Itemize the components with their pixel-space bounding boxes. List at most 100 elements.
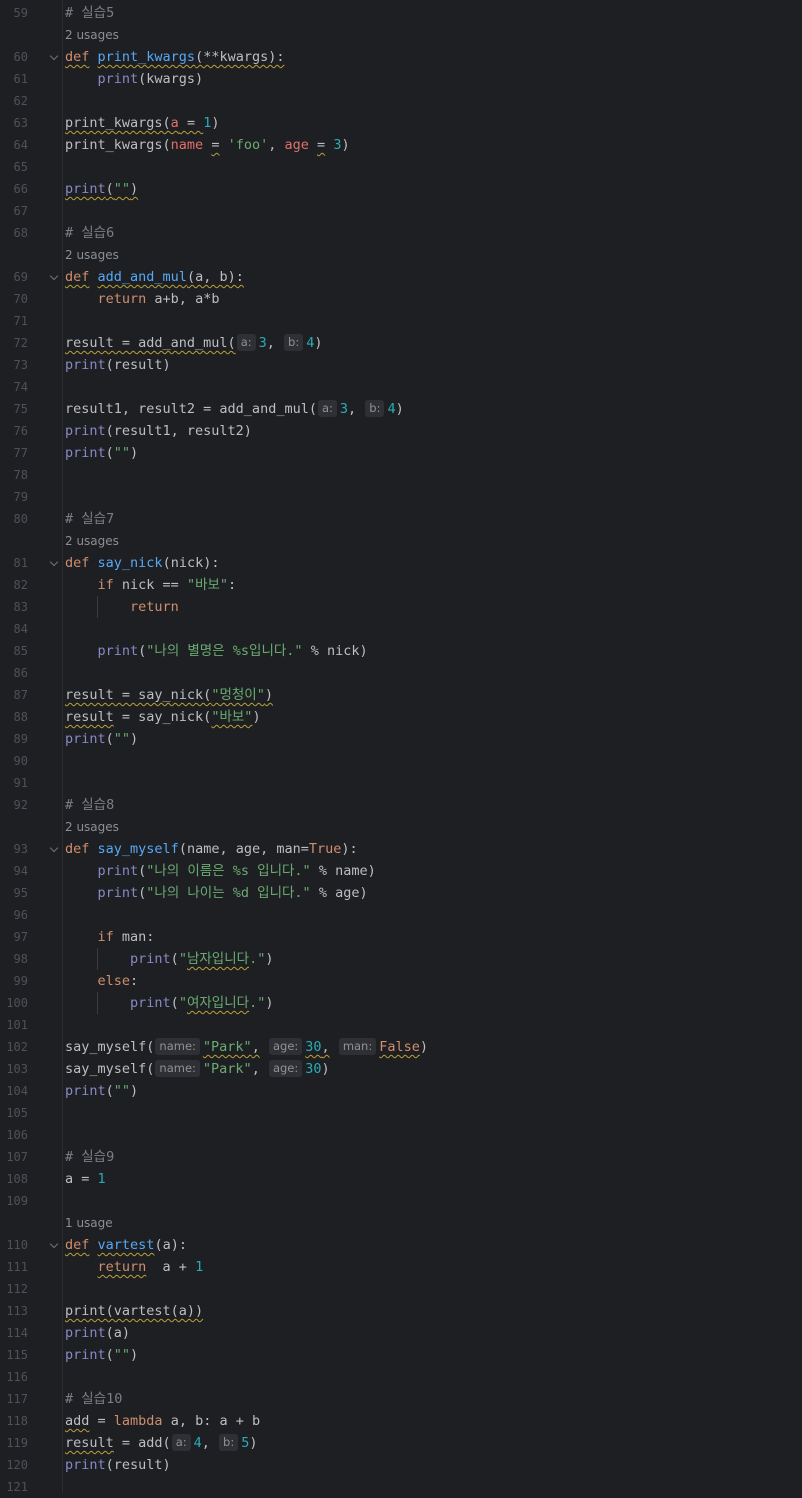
code-line[interactable]: 79	[0, 486, 802, 508]
usages-hint[interactable]: 2 usages	[0, 816, 802, 838]
code-line[interactable]: 68 # 실습6	[0, 222, 802, 244]
code-line[interactable]: 85 print("나의 별명은 %s입니다." % nick)	[0, 640, 802, 662]
usages-hint[interactable]: 1 usage	[0, 1212, 802, 1234]
code-text[interactable]: # 실습6	[65, 222, 114, 244]
code-text[interactable]: result = add(a: 4, b: 5)	[65, 1432, 257, 1454]
code-text[interactable]: add = lambda a, b: a + b	[65, 1410, 260, 1432]
code-text[interactable]: if man:	[65, 926, 155, 948]
code-line[interactable]: 59 # 실습5	[0, 2, 802, 24]
code-text[interactable]: print("")	[65, 728, 138, 750]
code-text[interactable]: say_myself(name: "Park", age: 30, man: Fals…	[65, 1036, 428, 1058]
code-text[interactable]: def vartest(a):	[65, 1234, 187, 1256]
code-line[interactable]: 102 say_myself(name: "Park", age: 30, man: F…	[0, 1036, 802, 1058]
code-line[interactable]: 87 result = say_nick("멍청이")	[0, 684, 802, 706]
code-line[interactable]: 111 return a + 1	[0, 1256, 802, 1278]
code-line[interactable]: 116	[0, 1366, 802, 1388]
code-text[interactable]: def print_kwargs(**kwargs):	[65, 46, 284, 68]
fold-chevron-icon[interactable]	[49, 51, 59, 61]
code-line[interactable]: 73 print(result)	[0, 354, 802, 376]
code-line[interactable]: 81 def say_nick(nick):	[0, 552, 802, 574]
code-text[interactable]: print("")	[65, 1344, 138, 1366]
code-line[interactable]: 72 result = add_and_mul(a: 3, b: 4)	[0, 332, 802, 354]
code-line[interactable]: 121	[0, 1476, 802, 1498]
code-line[interactable]: 78	[0, 464, 802, 486]
code-line[interactable]: 109	[0, 1190, 802, 1212]
fold-chevron-icon[interactable]	[49, 271, 59, 281]
usages-hint[interactable]: 2 usages	[0, 244, 802, 266]
code-line[interactable]: 83 return	[0, 596, 802, 618]
code-text[interactable]: print_kwargs(name = 'foo', age = 3)	[65, 134, 350, 156]
usages-label[interactable]: 2 usages	[65, 24, 119, 46]
code-text[interactable]: print(result)	[65, 354, 171, 376]
code-line[interactable]: 91	[0, 772, 802, 794]
code-line[interactable]: 105	[0, 1102, 802, 1124]
code-line[interactable]: 101	[0, 1014, 802, 1036]
code-line[interactable]: 71	[0, 310, 802, 332]
code-line[interactable]: 100 print("여자입니다.")	[0, 992, 802, 1014]
code-text[interactable]: print(a)	[65, 1322, 130, 1344]
code-line[interactable]: 94 print("나의 이름은 %s 입니다." % name)	[0, 860, 802, 882]
code-line[interactable]: 118 add = lambda a, b: a + b	[0, 1410, 802, 1432]
usages-label[interactable]: 2 usages	[65, 816, 119, 838]
code-line[interactable]: 108 a = 1	[0, 1168, 802, 1190]
usages-label[interactable]: 2 usages	[65, 244, 119, 266]
code-line[interactable]: 106	[0, 1124, 802, 1146]
code-text[interactable]: print("나의 이름은 %s 입니다." % name)	[65, 860, 376, 882]
code-text[interactable]: return	[65, 596, 179, 618]
code-line[interactable]: 117 # 실습10	[0, 1388, 802, 1410]
code-line[interactable]: 95 print("나의 나이는 %d 입니다." % age)	[0, 882, 802, 904]
code-line[interactable]: 75 result1, result2 = add_and_mul(a: 3, b:…	[0, 398, 802, 420]
code-text[interactable]: def add_and_mul(a, b):	[65, 266, 244, 288]
code-text[interactable]: else:	[65, 970, 139, 992]
code-line[interactable]: 66 print("")	[0, 178, 802, 200]
code-text[interactable]: return a + 1	[65, 1256, 204, 1278]
code-text[interactable]: result = say_nick("멍청이")	[65, 684, 273, 706]
code-text[interactable]: def say_nick(nick):	[65, 552, 219, 574]
usages-label[interactable]: 2 usages	[65, 530, 119, 552]
code-line[interactable]: 63 print_kwargs(a = 1)	[0, 112, 802, 134]
code-text[interactable]: return a+b, a*b	[65, 288, 220, 310]
code-line[interactable]: 120 print(result)	[0, 1454, 802, 1476]
code-line[interactable]: 77 print("")	[0, 442, 802, 464]
usages-label[interactable]: 1 usage	[65, 1212, 113, 1234]
code-text[interactable]: # 실습5	[65, 2, 114, 24]
code-text[interactable]: say_myself(name: "Park", age: 30)	[65, 1058, 330, 1080]
code-text[interactable]: print_kwargs(a = 1)	[65, 112, 219, 134]
code-text[interactable]: # 실습10	[65, 1388, 122, 1410]
code-text[interactable]: result = say_nick("바보")	[65, 706, 261, 728]
code-line[interactable]: 104 print("")	[0, 1080, 802, 1102]
code-line[interactable]: 115 print("")	[0, 1344, 802, 1366]
code-text[interactable]: print(vartest(a))	[65, 1300, 203, 1322]
code-text[interactable]: result = add_and_mul(a: 3, b: 4)	[65, 332, 322, 354]
code-text[interactable]: print("")	[65, 442, 138, 464]
code-text[interactable]: print(kwargs)	[65, 68, 204, 90]
code-line[interactable]: 84	[0, 618, 802, 640]
code-text[interactable]: print("")	[65, 1080, 138, 1102]
usages-hint[interactable]: 2 usages	[0, 24, 802, 46]
code-line[interactable]: 62	[0, 90, 802, 112]
code-text[interactable]: print("")	[65, 178, 138, 200]
code-line[interactable]: 110 def vartest(a):	[0, 1234, 802, 1256]
code-line[interactable]: 88 result = say_nick("바보")	[0, 706, 802, 728]
code-line[interactable]: 86	[0, 662, 802, 684]
code-area[interactable]: 59 # 실습5 2 usages 60 def print_kwargs(**kwar…	[0, 0, 802, 1494]
code-text[interactable]: print(result1, result2)	[65, 420, 252, 442]
code-line[interactable]: 60 def print_kwargs(**kwargs):	[0, 46, 802, 68]
code-text[interactable]: print("나의 나이는 %d 입니다." % age)	[65, 882, 368, 904]
code-text[interactable]: if nick == "바보":	[65, 574, 237, 596]
code-line[interactable]: 70 return a+b, a*b	[0, 288, 802, 310]
code-line[interactable]: 90	[0, 750, 802, 772]
code-text[interactable]: print("나의 별명은 %s입니다." % nick)	[65, 640, 368, 662]
code-line[interactable]: 76 print(result1, result2)	[0, 420, 802, 442]
code-line[interactable]: 113 print(vartest(a))	[0, 1300, 802, 1322]
code-line[interactable]: 96	[0, 904, 802, 926]
code-line[interactable]: 103 say_myself(name: "Park", age: 30)	[0, 1058, 802, 1080]
usages-hint[interactable]: 2 usages	[0, 530, 802, 552]
code-line[interactable]: 80 # 실습7	[0, 508, 802, 530]
code-line[interactable]: 99 else:	[0, 970, 802, 992]
fold-chevron-icon[interactable]	[49, 843, 59, 853]
code-text[interactable]: def say_myself(name, age, man=True):	[65, 838, 358, 860]
code-line[interactable]: 65	[0, 156, 802, 178]
code-text[interactable]: a = 1	[65, 1168, 106, 1190]
code-line[interactable]: 93 def say_myself(name, age, man=True):	[0, 838, 802, 860]
